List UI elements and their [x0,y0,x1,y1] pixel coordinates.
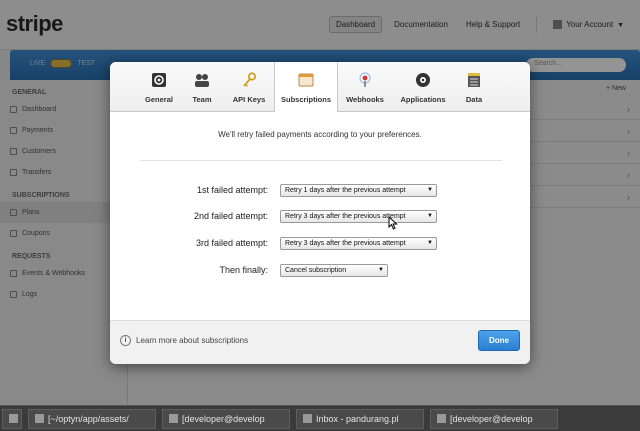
final-action-label: Then finally: [219,265,268,275]
taskbar-item[interactable]: [developer@develop [162,408,290,429]
first-attempt-row: 1st failed attempt: Retry 1 days after t… [110,184,530,198]
app-icon [9,414,18,423]
select-value: Retry 1 days after the previous attempt [285,187,406,194]
account-settings-modal: General Team API Keys Subscriptions Webh… [110,62,530,364]
subscriptions-icon [298,73,314,87]
third-attempt-label: 3rd failed attempt: [195,238,268,248]
data-icon [468,73,480,87]
select-value: Cancel subscription [285,267,347,274]
third-attempt-row: 3rd failed attempt: Retry 3 days after t… [110,237,530,251]
second-attempt-row: 2nd failed attempt: Retry 3 days after t… [110,210,530,224]
taskbar-start[interactable] [2,408,22,429]
taskbar-item-label: Inbox - pandurang.pl [316,413,399,424]
learn-more-link[interactable]: Learn more about subscriptions [136,336,248,345]
dropdown-arrow-icon: ▼ [378,267,384,273]
terminal-icon [437,414,446,423]
webhook-icon [359,72,371,87]
divider [140,160,502,161]
final-action-select[interactable]: Cancel subscription ▼ [280,264,388,277]
second-attempt-select[interactable]: Retry 3 days after the previous attempt ▼ [280,210,437,223]
gear-icon [152,73,166,87]
third-attempt-select[interactable]: Retry 3 days after the previous attempt ▼ [280,237,437,250]
mouse-cursor-icon [388,216,398,230]
tab-api-keys[interactable]: API Keys [224,62,274,111]
terminal-icon [169,414,178,423]
dropdown-arrow-icon: ▼ [427,240,433,246]
taskbar-item[interactable]: [developer@develop [430,408,558,429]
dropdown-arrow-icon: ▼ [427,187,433,193]
applications-icon [416,73,430,87]
taskbar-item-label: [developer@develop [182,413,265,424]
key-icon [243,72,257,87]
final-action-row: Then finally: Cancel subscription ▼ [110,264,530,278]
taskbar-item-label: [developer@develop [450,413,533,424]
dropdown-arrow-icon: ▼ [427,213,433,219]
browser-icon [303,414,312,423]
taskbar-item[interactable]: Inbox - pandurang.pl [296,408,424,429]
taskbar-item[interactable]: [~/optyn/app/assets/ [28,408,156,429]
tab-applications[interactable]: Applications [392,62,454,111]
retry-intro-text: We'll retry failed payments according to… [218,130,422,139]
tab-team[interactable]: Team [180,62,224,111]
tab-general[interactable]: General [138,62,180,111]
team-icon [195,74,209,87]
terminal-icon [35,414,44,423]
info-icon: i [120,335,131,346]
os-taskbar: [~/optyn/app/assets/ [developer@develop … [0,405,640,431]
tab-label: API Keys [232,95,266,104]
tab-label: Applications [400,95,446,104]
tab-label: Data [465,95,483,104]
tab-data[interactable]: Data [454,62,494,111]
settings-tabs: General Team API Keys Subscriptions Webh… [110,62,530,112]
first-attempt-label: 1st failed attempt: [196,185,268,195]
first-attempt-select[interactable]: Retry 1 days after the previous attempt ▼ [280,184,437,197]
tab-label: Webhooks [346,95,384,104]
second-attempt-label: 2nd failed attempt: [193,211,268,221]
tab-label: Subscriptions [280,95,331,104]
taskbar-item-label: [~/optyn/app/assets/ [48,413,129,424]
modal-footer: i Learn more about subscriptions Done [110,320,530,364]
tab-webhooks[interactable]: Webhooks [338,62,392,111]
select-value: Retry 3 days after the previous attempt [285,240,406,247]
tab-label: Team [192,95,212,104]
tab-subscriptions[interactable]: Subscriptions [274,62,338,112]
tab-label: General [145,95,173,104]
done-button[interactable]: Done [478,330,520,351]
